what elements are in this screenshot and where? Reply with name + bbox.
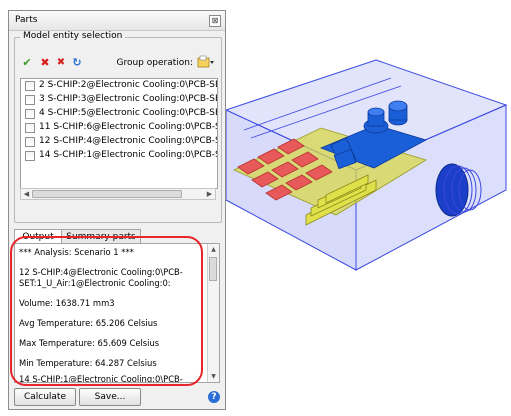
model-entity-selection-group: Model entity selection ✔ ✖ ✖ ↻ Group ope…: [14, 31, 222, 223]
scroll-right-icon[interactable]: ▶: [205, 190, 214, 198]
selection-toolbar: ✔ ✖ ✖ ↻ Group operation:: [19, 55, 217, 71]
help-icon[interactable]: ?: [208, 391, 220, 403]
group-operation-dropdown[interactable]: [197, 55, 215, 69]
item-label: 12 S-CHIP:4@Electronic Cooling:0\PCB-SET…: [39, 136, 217, 146]
item-label: 14 S-CHIP:1@Electronic Cooling:0\PCB-SET…: [39, 150, 217, 160]
list-item[interactable]: 11 S-CHIP:6@Electronic Cooling:0\PCB-SET…: [21, 121, 217, 135]
folder-icon: [197, 55, 214, 68]
panel-titlebar: Parts ⊠: [9, 11, 225, 31]
model-viewport[interactable]: [226, 40, 511, 300]
item-label: 4 S-CHIP:5@Electronic Cooling:0\PCB-SET:…: [39, 108, 217, 118]
delete-red-x-icon[interactable]: ✖: [39, 57, 51, 69]
group-operation-label: Group operation:: [116, 58, 193, 68]
list-item[interactable]: 14 S-CHIP:1@Electronic Cooling:0\PCB-SET…: [21, 149, 217, 163]
item-checkbox[interactable]: [25, 123, 35, 133]
list-item[interactable]: 12 S-CHIP:4@Electronic Cooling:0\PCB-SET…: [21, 135, 217, 149]
item-checkbox[interactable]: [25, 151, 35, 161]
list-horizontal-scrollbar[interactable]: ◀ ▶: [20, 188, 216, 200]
list-item[interactable]: 2 S-CHIP:2@Electronic Cooling:0\PCB-SET:…: [21, 79, 217, 93]
list-item[interactable]: 3 S-CHIP:3@Electronic Cooling:0\PCB-SET:…: [21, 93, 217, 107]
scroll-up-icon[interactable]: ▲: [209, 245, 218, 254]
scroll-thumb[interactable]: [32, 190, 182, 198]
list-item[interactable]: 4 S-CHIP:5@Electronic Cooling:0\PCB-SET:…: [21, 107, 217, 121]
refresh-icon[interactable]: ↻: [71, 57, 83, 69]
group-label: Model entity selection: [20, 31, 126, 41]
highlight-oval: [10, 236, 203, 386]
parts-list: 2 S-CHIP:2@Electronic Cooling:0\PCB-SET:…: [20, 78, 218, 189]
save-button[interactable]: Save...: [79, 388, 141, 406]
scroll-down-icon[interactable]: ▼: [209, 372, 218, 381]
item-checkbox[interactable]: [25, 95, 35, 105]
item-label: 11 S-CHIP:6@Electronic Cooling:0\PCB-SET…: [39, 122, 217, 132]
item-checkbox[interactable]: [25, 81, 35, 91]
close-icon[interactable]: ⊠: [209, 15, 221, 27]
item-label: 2 S-CHIP:2@Electronic Cooling:0\PCB-SET:…: [39, 80, 217, 90]
panel-title: Parts: [15, 15, 38, 25]
check-icon[interactable]: ✔: [21, 57, 33, 69]
output-vertical-scrollbar[interactable]: ▲ ▼: [207, 244, 219, 382]
item-label: 3 S-CHIP:3@Electronic Cooling:0\PCB-SET:…: [39, 94, 217, 104]
item-checkbox[interactable]: [25, 137, 35, 147]
calculate-button[interactable]: Calculate: [14, 388, 76, 406]
scroll-thumb[interactable]: [209, 257, 217, 281]
delete-all-icon[interactable]: ✖: [55, 57, 67, 69]
scroll-left-icon[interactable]: ◀: [22, 190, 31, 198]
item-checkbox[interactable]: [25, 109, 35, 119]
